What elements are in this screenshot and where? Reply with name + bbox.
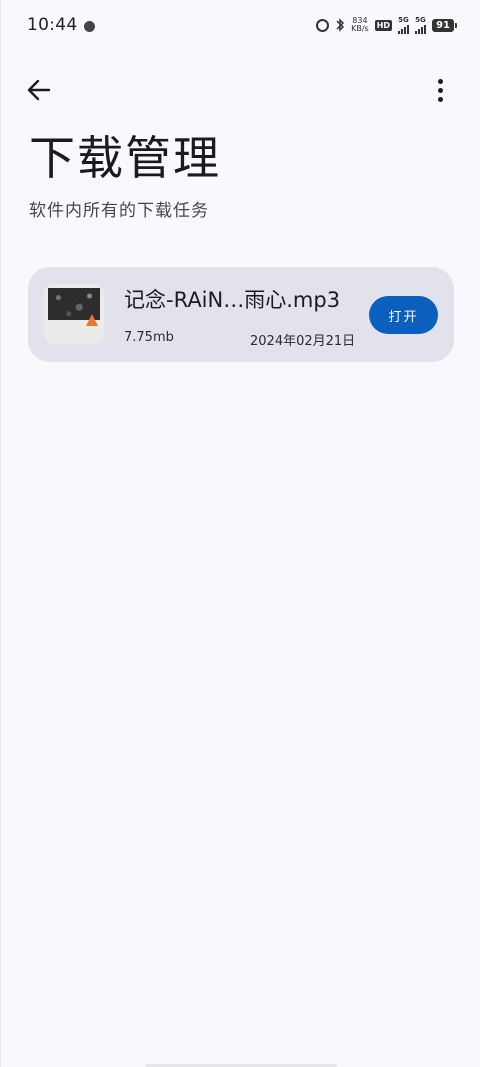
arrow-left-icon — [27, 79, 51, 101]
page-title: 下载管理 — [29, 131, 221, 185]
globe-icon — [83, 20, 95, 32]
hd-voice-badge: HD — [374, 19, 393, 31]
status-icons: 834 KB/s HD 5G 5G 91 — [316, 15, 457, 34]
thumbnail-accent-shape — [86, 314, 98, 326]
battery-icon: 91 — [432, 18, 457, 32]
more-options-button[interactable] — [420, 70, 460, 110]
network-speed-unit: KB/s — [351, 24, 369, 33]
status-time: 10:44 — [27, 15, 78, 35]
open-button[interactable]: 打开 — [369, 296, 438, 334]
bluetooth-icon — [335, 18, 345, 32]
file-thumbnail — [44, 284, 104, 344]
more-vert-icon — [437, 78, 443, 84]
file-name: 记念-RAiN…雨心.mp3 — [124, 288, 341, 312]
back-button[interactable] — [19, 70, 59, 110]
file-date: 2024年02月21日 — [250, 334, 356, 349]
sim2-network-label: 5G — [415, 15, 426, 24]
page-subtitle: 软件内所有的下载任务 — [29, 201, 209, 221]
signal-sim1-icon: 5G — [398, 15, 410, 34]
signal-sim2-icon: 5G — [415, 15, 427, 34]
file-size: 7.75mb — [124, 330, 174, 345]
download-item[interactable]: 记念-RAiN…雨心.mp3 7.75mb 2024年02月21日 打开 — [28, 267, 454, 362]
alarm-icon — [316, 18, 330, 32]
sim1-network-label: 5G — [398, 15, 409, 24]
status-bar: 10:44 834 KB/s HD 5G 5G 91 — [1, 0, 480, 50]
network-speed: 834 KB/s — [351, 17, 369, 33]
screen: 10:44 834 KB/s HD 5G 5G 91 下载管理 软件内所有的下载… — [0, 0, 480, 1067]
